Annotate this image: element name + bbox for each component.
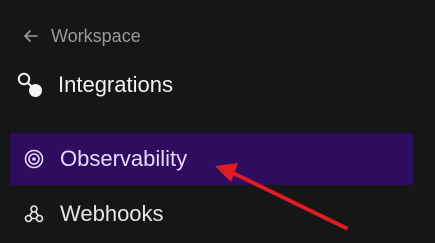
radar-icon xyxy=(24,149,44,169)
back-link-label: Workspace xyxy=(51,25,141,46)
nav-item-observability[interactable]: Observability xyxy=(10,133,413,185)
webhook-icon xyxy=(24,204,44,224)
section-header-integrations: Integrations xyxy=(16,68,173,102)
integrations-icon xyxy=(16,70,44,100)
back-to-workspace-link[interactable]: Workspace xyxy=(22,24,141,48)
nav-item-webhooks[interactable]: Webhooks xyxy=(10,188,413,240)
arrow-left-icon xyxy=(22,27,40,45)
nav-item-label: Observability xyxy=(60,146,188,171)
section-title: Integrations xyxy=(58,72,173,97)
nav-item-label: Webhooks xyxy=(60,201,164,226)
sidebar: Workspace Integrations Observability Web… xyxy=(0,0,435,243)
